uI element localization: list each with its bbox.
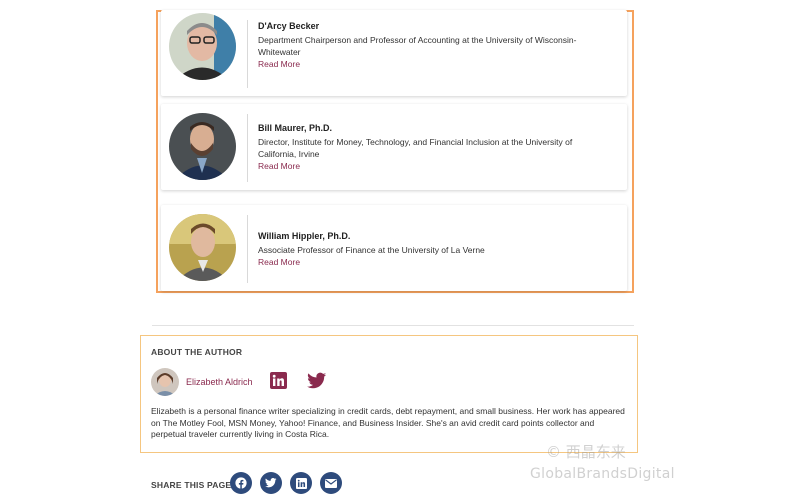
author-avatar — [151, 368, 179, 396]
expert-photo-darcy-becker — [169, 13, 236, 80]
read-more-link[interactable]: Read More — [258, 160, 618, 172]
read-more-link[interactable]: Read More — [258, 256, 618, 268]
email-icon — [325, 478, 337, 488]
expert-name: D'Arcy Becker — [258, 21, 320, 31]
share-facebook-button[interactable] — [230, 472, 252, 494]
author-name-link[interactable]: Elizabeth Aldrich — [186, 377, 253, 387]
card-divider — [247, 215, 248, 283]
read-more-link[interactable]: Read More — [258, 58, 618, 70]
expert-photo-bill-maurer — [169, 113, 236, 180]
linkedin-icon — [295, 477, 307, 489]
watermark-text: GlobalBrandsDigital — [530, 466, 675, 482]
expert-title: Associate Professor of Finance at the Un… — [258, 245, 485, 255]
section-separator — [152, 325, 634, 326]
expert-card: Bill Maurer, Ph.D. Director, Institute f… — [161, 104, 627, 190]
expert-card: D'Arcy Becker Department Chairperson and… — [161, 10, 627, 96]
expert-name: Bill Maurer, Ph.D. — [258, 123, 333, 133]
facebook-icon — [235, 477, 247, 489]
twitter-icon[interactable] — [307, 372, 327, 390]
expert-photo-william-hippler — [169, 214, 236, 281]
card-divider — [247, 114, 248, 182]
twitter-icon — [265, 478, 277, 488]
expert-name: William Hippler, Ph.D. — [258, 231, 351, 241]
about-author-heading: ABOUT THE AUTHOR — [151, 347, 243, 357]
share-email-button[interactable] — [320, 472, 342, 494]
author-bio: Elizabeth is a personal finance writer s… — [151, 406, 625, 439]
card-divider — [247, 20, 248, 88]
expert-title: Department Chairperson and Professor of … — [258, 35, 577, 57]
share-linkedin-button[interactable] — [290, 472, 312, 494]
share-label: SHARE THIS PAGE — [151, 480, 232, 490]
linkedin-icon[interactable] — [270, 372, 287, 389]
expert-title: Director, Institute for Money, Technolog… — [258, 137, 573, 159]
share-twitter-button[interactable] — [260, 472, 282, 494]
watermark-text: © 西晶东来 — [546, 443, 626, 461]
expert-card: William Hippler, Ph.D. Associate Profess… — [161, 205, 627, 291]
